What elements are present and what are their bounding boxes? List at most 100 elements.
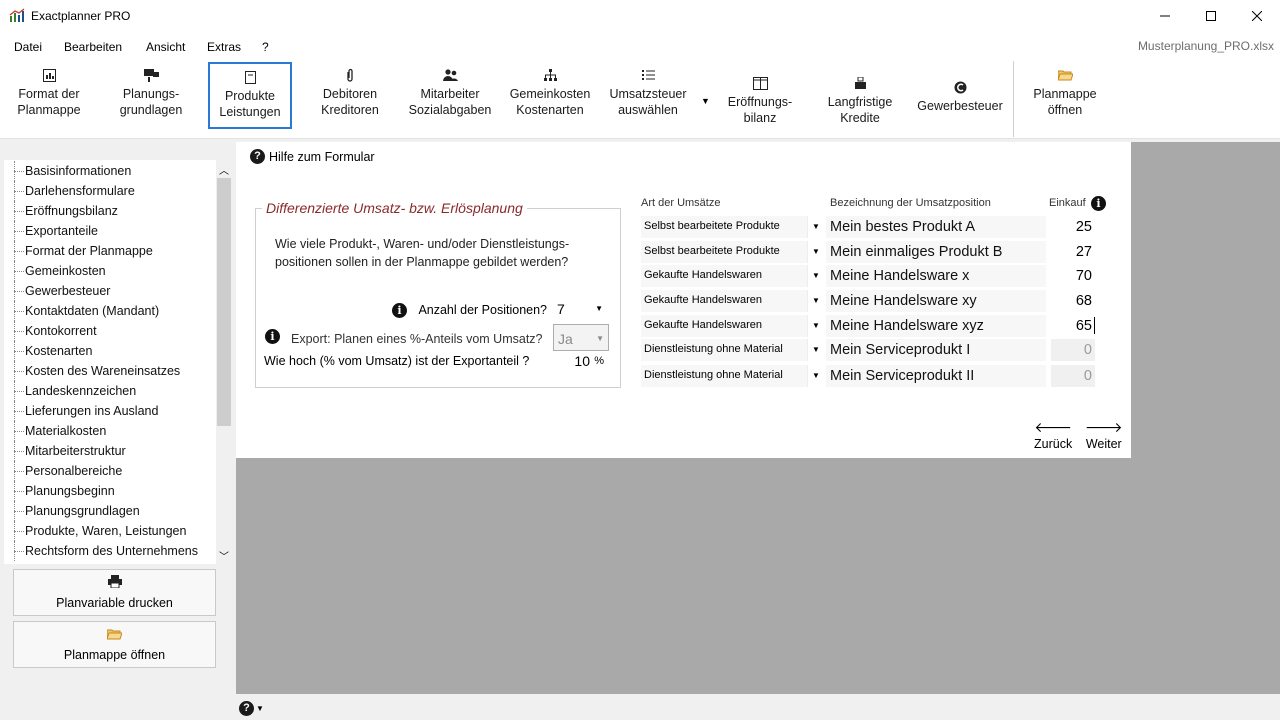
menu-bearbeiten[interactable]: Bearbeiten	[64, 40, 122, 54]
menu-datei[interactable]: Datei	[14, 40, 42, 54]
minimize-button[interactable]	[1142, 0, 1188, 31]
ribbon-format-button[interactable]: Format der Planmappe	[6, 62, 92, 125]
ribbon-loans-button[interactable]: Langfristige Kredite	[816, 70, 904, 133]
purchase-input[interactable]: 25	[1051, 216, 1095, 238]
ribbon-vat-button[interactable]: Umsatzsteuer auswählen	[604, 62, 692, 125]
maximize-icon	[1206, 10, 1216, 21]
buy-info-icon[interactable]: i	[1091, 196, 1106, 211]
revenue-type-select[interactable]: Gekaufte Handelswaren ▼	[641, 315, 824, 337]
chevron-down-icon[interactable]: ▼	[807, 365, 824, 387]
chevron-down-icon[interactable]: ▼	[807, 265, 824, 287]
export-info-icon[interactable]: i	[265, 329, 280, 344]
sidebar-item-label: Eröffnungsbilanz	[25, 204, 118, 218]
sidebar-scrollbar[interactable]: ︿ ﹀	[216, 160, 232, 564]
menu-help[interactable]: ?	[262, 40, 269, 54]
sidebar-item[interactable]: Personalbereiche	[4, 461, 216, 481]
minimize-icon	[1160, 15, 1170, 16]
revenue-type-value: Gekaufte Handelswaren	[644, 269, 763, 281]
close-button[interactable]	[1234, 0, 1280, 31]
tree-line	[14, 371, 24, 372]
purchase-input: 0	[1051, 339, 1095, 361]
revenue-name-input[interactable]: Meine Handelsware x	[826, 265, 1046, 287]
chevron-down-icon[interactable]: ▼	[807, 315, 824, 337]
open-workbook-button[interactable]: Planmappe öffnen	[13, 621, 216, 668]
purchase-input[interactable]: 68	[1051, 290, 1095, 312]
sidebar-item[interactable]: Exportanteile	[4, 221, 216, 241]
ribbon-trade-tax-button[interactable]: Gewerbesteuer	[912, 74, 1008, 137]
revenue-type-select[interactable]: Dienstleistung ohne Material ▼	[641, 365, 824, 387]
hierarchy-icon	[543, 68, 557, 82]
positions-info-icon[interactable]: i	[392, 303, 407, 318]
revenue-row: Gekaufte Handelswaren ▼ Meine Handelsware …	[641, 265, 1095, 287]
revenue-type-select[interactable]: Gekaufte Handelswaren ▼	[641, 265, 824, 287]
ribbon-planning-button[interactable]: Planungs- grundlagen	[108, 62, 194, 125]
tree-line	[14, 511, 24, 512]
purchase-input[interactable]: 70	[1051, 265, 1095, 287]
ribbon-separator	[1013, 61, 1014, 137]
sidebar-item-label: Rechtsform des Unternehmens	[25, 544, 198, 558]
help-dropdown-button[interactable]: ? ▼	[239, 701, 264, 716]
ribbon-open-workbook-button[interactable]: Planmappe öffnen	[1022, 62, 1108, 125]
chevron-down-icon[interactable]: ▼	[807, 339, 824, 361]
purchase-input[interactable]: 65	[1051, 315, 1095, 337]
sidebar-item[interactable]: Landeskennzeichen	[4, 381, 216, 401]
sidebar-item[interactable]: Planungsbeginn	[4, 481, 216, 501]
tree-line	[14, 491, 24, 492]
sidebar-item[interactable]: Gemeinkosten	[4, 261, 216, 281]
sidebar-item[interactable]: Planungsgrundlagen	[4, 501, 216, 521]
sidebar-item-label: Basisinformationen	[25, 164, 132, 178]
menu-bar: Datei Bearbeiten Ansicht Extras ? Muster…	[0, 32, 1280, 59]
revenue-name-input[interactable]: Meine Handelsware xyz	[826, 315, 1046, 337]
sidebar-item[interactable]: Kontaktdaten (Mandant)	[4, 301, 216, 321]
revenue-name-input[interactable]: Mein einmaliges Produkt B	[826, 241, 1046, 263]
back-label: Zurück	[1034, 437, 1073, 451]
menu-ansicht[interactable]: Ansicht	[146, 40, 185, 54]
scroll-up-icon[interactable]: ︿	[216, 162, 232, 177]
revenue-type-select[interactable]: Selbst bearbeitete Produkte ▼	[641, 241, 824, 263]
ribbon-opening-balance-button[interactable]: Eröffnungs- bilanz	[716, 70, 804, 133]
purchase-input[interactable]: 27	[1051, 241, 1095, 263]
back-button[interactable]: 🡐 Zurück	[1034, 420, 1072, 451]
sidebar-item[interactable]: Mitarbeiterstruktur	[4, 441, 216, 461]
positions-label: Anzahl der Positionen?	[418, 303, 547, 317]
text-caret	[1094, 317, 1095, 334]
chevron-down-icon[interactable]: ▼	[807, 241, 824, 263]
chevron-down-icon[interactable]: ▼	[807, 290, 824, 312]
revenue-type-select[interactable]: Gekaufte Handelswaren ▼	[641, 290, 824, 312]
revenue-name-input[interactable]: Meine Handelsware xy	[826, 290, 1046, 312]
sidebar-item[interactable]: Materialkosten	[4, 421, 216, 441]
revenue-name-input[interactable]: Mein Serviceprodukt II	[826, 365, 1046, 387]
sidebar-item[interactable]: Gewerbesteuer	[4, 281, 216, 301]
revenue-row: Selbst bearbeitete Produkte ▼ Mein einmali…	[641, 241, 1095, 263]
print-plan-button[interactable]: Planvariable drucken	[13, 569, 216, 616]
sidebar-item[interactable]: Kostenarten	[4, 341, 216, 361]
scroll-down-icon[interactable]: ﹀	[216, 548, 232, 563]
sidebar-item[interactable]: Basisinformationen	[4, 161, 216, 181]
sidebar-item[interactable]: Darlehensformulare	[4, 181, 216, 201]
revenue-type-select[interactable]: Selbst bearbeitete Produkte ▼	[641, 216, 824, 238]
sidebar-item[interactable]: Rechtsform des Unternehmens	[4, 541, 216, 561]
scroll-thumb[interactable]	[217, 178, 231, 426]
menu-extras[interactable]: Extras	[207, 40, 241, 54]
chevron-down-icon[interactable]: ▼	[807, 216, 824, 238]
revenue-name-input[interactable]: Mein bestes Produkt A	[826, 216, 1046, 238]
ribbon-overhead-button[interactable]: Gemeinkosten Kostenarten	[506, 62, 594, 125]
revenue-type-select[interactable]: Dienstleistung ohne Material ▼	[641, 339, 824, 361]
export-select[interactable]: Ja ▼	[553, 324, 609, 351]
export-share-input[interactable]: 10 %	[553, 351, 607, 370]
sidebar-item[interactable]: Format der Planmappe	[4, 241, 216, 261]
sidebar-item[interactable]: Kosten des Wareneinsatzes	[4, 361, 216, 381]
positions-select[interactable]: 7 ▼	[553, 295, 607, 320]
sidebar-item[interactable]: Eröffnungsbilanz	[4, 201, 216, 221]
sidebar-item[interactable]: Kontokorrent	[4, 321, 216, 341]
next-button[interactable]: 🡒 Weiter	[1085, 420, 1123, 451]
maximize-button[interactable]	[1188, 0, 1234, 31]
vat-dropdown-arrow-icon[interactable]: ▼	[701, 96, 710, 106]
help-form-link[interactable]: ? Hilfe zum Formular	[250, 149, 375, 164]
ribbon-products-button[interactable]: Produkte Leistungen	[208, 62, 292, 129]
revenue-name-input[interactable]: Mein Serviceprodukt I	[826, 339, 1046, 361]
sidebar-item[interactable]: Lieferungen ins Ausland	[4, 401, 216, 421]
sidebar-item[interactable]: Produkte, Waren, Leistungen	[4, 521, 216, 541]
ribbon-employees-button[interactable]: Mitarbeiter Sozialabgaben	[404, 62, 496, 125]
ribbon-debitoren-button[interactable]: Debitoren Kreditoren	[308, 62, 392, 125]
